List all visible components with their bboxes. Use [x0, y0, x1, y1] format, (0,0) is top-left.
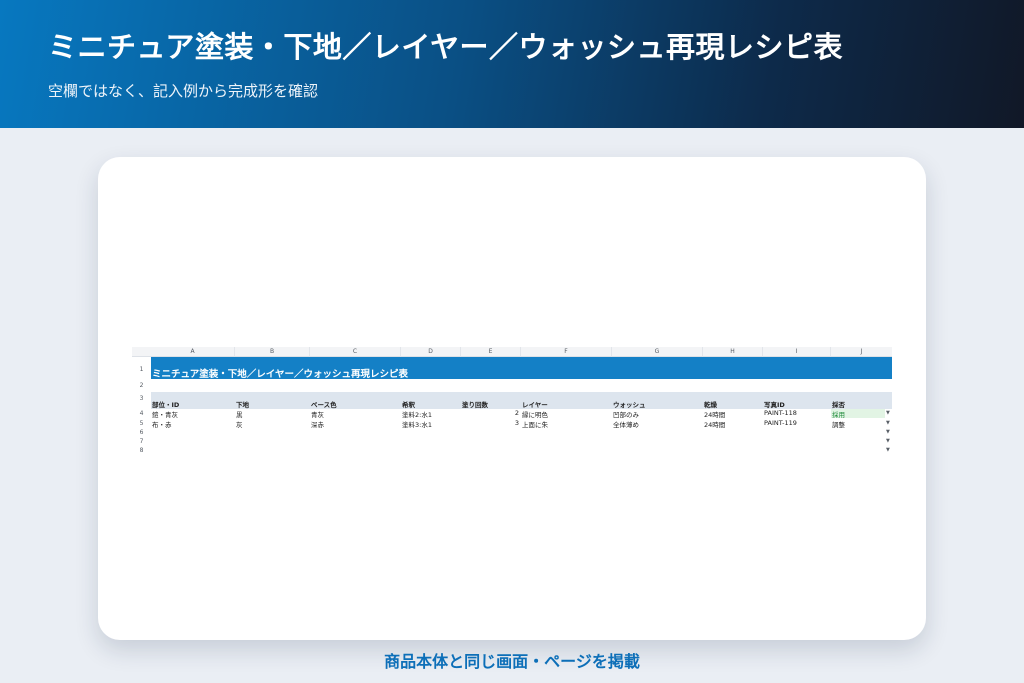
table-cell[interactable]: PAINT-118: [764, 409, 797, 417]
table-cell[interactable]: 縁に明色: [522, 409, 548, 419]
row-number: 5: [139, 420, 144, 427]
dropdown-arrow-icon[interactable]: ▼: [886, 410, 890, 416]
header-cell: 写真ID: [764, 401, 785, 409]
row-number: 2: [139, 382, 144, 389]
status-cell[interactable]: 調整: [832, 419, 845, 429]
table-cell[interactable]: 2: [461, 409, 519, 417]
column-header-e: E: [461, 347, 521, 357]
column-header-g: G: [612, 347, 703, 357]
table-cell[interactable]: 深赤: [311, 419, 324, 429]
sheet-title: ミニチュア塗装・下地／レイヤー／ウォッシュ再現レシピ表: [152, 369, 409, 380]
table-cell[interactable]: 24時間: [704, 419, 725, 429]
table-cell[interactable]: 24時間: [704, 409, 725, 419]
column-header-a: A: [151, 347, 235, 357]
column-header-d: D: [401, 347, 461, 357]
sheet-corner: [132, 347, 151, 357]
table-cell[interactable]: 布・赤: [152, 419, 172, 429]
header-cell: 塗り回数: [462, 401, 488, 409]
table-cell[interactable]: 灰: [236, 419, 243, 429]
table-cell[interactable]: 3: [461, 419, 519, 427]
dropdown-arrow-icon[interactable]: ▼: [886, 420, 890, 426]
row-number: 1: [139, 366, 144, 373]
table-cell[interactable]: 凹部のみ: [613, 409, 639, 419]
sheet-title-band: ミニチュア塗装・下地／レイヤー／ウォッシュ再現レシピ表: [151, 357, 892, 380]
table-cell[interactable]: 上面に朱: [522, 419, 548, 429]
column-header-c: C: [310, 347, 401, 357]
header-cell: 下地: [236, 401, 249, 409]
dropdown-arrow-icon[interactable]: ▼: [886, 429, 890, 435]
row-number: 3: [139, 395, 144, 402]
table-cell[interactable]: 塗料2:水1: [402, 409, 432, 419]
table-cell[interactable]: 青灰: [311, 409, 324, 419]
status-cell[interactable]: 採用: [832, 409, 845, 419]
header-cell: ベース色: [311, 401, 337, 409]
row-number: 7: [139, 438, 144, 445]
column-header-i: I: [763, 347, 831, 357]
row-number: 4: [139, 410, 144, 417]
dropdown-arrow-icon[interactable]: ▼: [886, 447, 890, 453]
header-cell: 採否: [832, 401, 845, 409]
hero-banner: ミニチュア塗装・下地／レイヤー／ウォッシュ再現レシピ表 空欄ではなく、記入例から…: [0, 0, 1024, 128]
table-cell[interactable]: 塗料3:水1: [402, 419, 432, 429]
card-caption: 商品本体と同じ画面・ページを掲載: [384, 652, 640, 671]
page-subtitle: 空欄ではなく、記入例から完成形を確認: [48, 82, 319, 100]
column-header-b: B: [235, 347, 310, 357]
header-cell: 希釈: [402, 401, 415, 409]
header-cell: 部位・ID: [152, 401, 180, 409]
column-header-h: H: [703, 347, 763, 357]
header-cell: ウォッシュ: [613, 401, 646, 409]
table-cell[interactable]: 黒: [236, 409, 243, 419]
table-cell[interactable]: 全体薄め: [613, 419, 639, 429]
column-header-j: J: [831, 347, 892, 357]
column-header-f: F: [521, 347, 612, 357]
table-cell[interactable]: 鎧・青灰: [152, 409, 178, 419]
page-title: ミニチュア塗装・下地／レイヤー／ウォッシュ再現レシピ表: [48, 30, 844, 64]
header-cell: レイヤー: [522, 401, 548, 409]
row-number: 6: [139, 429, 144, 436]
table-cell[interactable]: PAINT-119: [764, 419, 797, 427]
dropdown-arrow-icon[interactable]: ▼: [886, 438, 890, 444]
row-number: 8: [139, 447, 144, 454]
header-cell: 乾燥: [704, 401, 717, 409]
spreadsheet-preview: A B C D E F G H I J 1 2 3 4 5 6 7 8 ミニチュ…: [132, 347, 892, 455]
